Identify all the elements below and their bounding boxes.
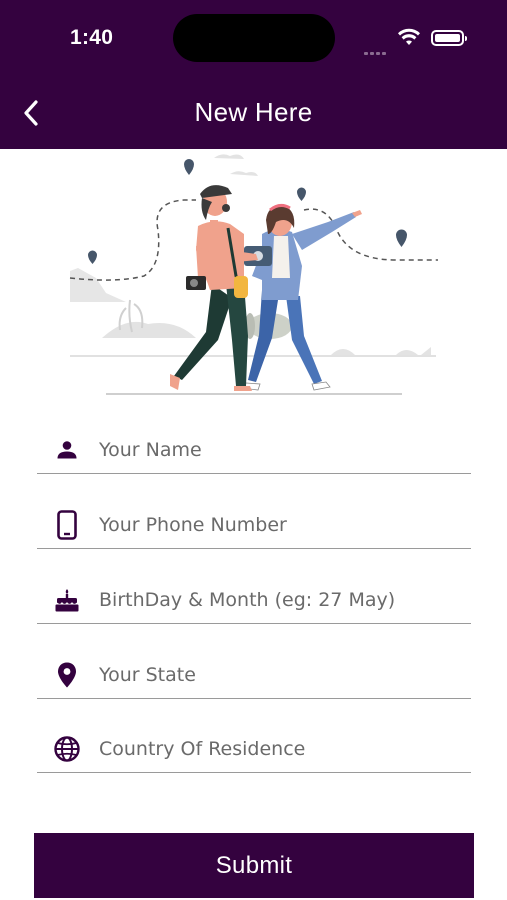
name-input[interactable] — [99, 436, 459, 464]
name-field[interactable] — [37, 418, 471, 474]
globe-icon — [53, 735, 81, 763]
page-title: New Here — [194, 97, 313, 127]
submit-button[interactable]: Submit — [34, 833, 474, 898]
cake-icon — [53, 586, 81, 614]
status-time: 1:40 — [70, 26, 114, 49]
phone-icon — [53, 510, 81, 540]
cellular-signal-icon — [364, 42, 390, 55]
location-pin-icon — [53, 661, 81, 689]
battery-icon — [431, 30, 467, 46]
travelers-illustration — [69, 154, 438, 395]
phone-input[interactable] — [99, 511, 459, 539]
person-icon — [53, 436, 81, 464]
app-header: 1:40 New Here — [0, 0, 507, 149]
birthday-input[interactable] — [99, 586, 459, 614]
phone-field[interactable] — [37, 493, 471, 549]
country-input[interactable] — [99, 735, 459, 763]
country-field[interactable] — [37, 717, 471, 773]
dynamic-island — [173, 14, 335, 62]
state-field[interactable] — [37, 643, 471, 699]
wifi-icon — [398, 28, 420, 45]
birthday-field[interactable] — [37, 568, 471, 624]
state-input[interactable] — [99, 661, 459, 689]
